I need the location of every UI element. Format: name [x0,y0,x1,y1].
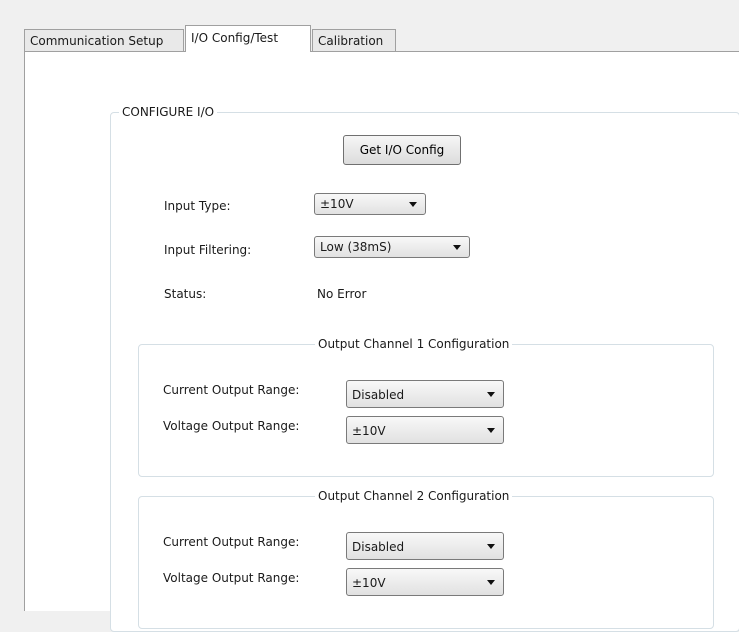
output-channel-1-title: Output Channel 1 Configuration [315,336,513,352]
input-type-label: Input Type: [164,199,231,213]
status-label: Status: [164,287,207,301]
tab-communication-setup[interactable]: Communication Setup [24,29,184,51]
ch2-voltage-output-range-value: ±10V [352,576,386,590]
chevron-down-icon [487,428,495,433]
voltage-output-range-label: Voltage Output Range: [163,571,300,585]
current-output-range-label: Current Output Range: [163,383,300,397]
chevron-down-icon [487,544,495,549]
ch2-current-output-range-dropdown[interactable]: Disabled [346,532,504,560]
ch1-voltage-output-range-value: ±10V [352,424,386,438]
ch1-current-output-range-dropdown[interactable]: Disabled [346,380,504,408]
ch2-voltage-output-range-dropdown[interactable]: ±10V [346,568,504,596]
ch2-current-output-range-value: Disabled [352,540,405,554]
output-channel-2-title: Output Channel 2 Configuration [315,488,513,504]
input-type-dropdown[interactable]: ±10V [314,193,426,215]
ch1-voltage-output-range-dropdown[interactable]: ±10V [346,416,504,444]
status-value: No Error [317,287,367,301]
input-filtering-dropdown[interactable]: Low (38mS) [314,236,470,258]
chevron-down-icon [453,245,461,250]
configure-io-group: CONFIGURE I/O Get I/O Config Input Type:… [110,104,739,632]
chevron-down-icon [487,580,495,585]
chevron-down-icon [409,202,417,207]
configure-io-title: CONFIGURE I/O [119,104,218,120]
tab-io-config-test[interactable]: I/O Config/Test [185,25,311,52]
chevron-down-icon [487,392,495,397]
get-io-config-button[interactable]: Get I/O Config [343,135,461,165]
input-filtering-label: Input Filtering: [164,243,252,257]
tab-panel-io-config: CONFIGURE I/O Get I/O Config Input Type:… [24,51,739,632]
ch1-current-output-range-value: Disabled [352,388,405,402]
tab-calibration[interactable]: Calibration [312,29,396,51]
input-type-value: ±10V [320,197,354,211]
output-channel-2-group: Output Channel 2 Configuration Current O… [138,488,714,629]
input-filtering-value: Low (38mS) [320,240,392,254]
voltage-output-range-label: Voltage Output Range: [163,419,300,433]
output-channel-1-group: Output Channel 1 Configuration Current O… [138,336,714,477]
current-output-range-label: Current Output Range: [163,535,300,549]
